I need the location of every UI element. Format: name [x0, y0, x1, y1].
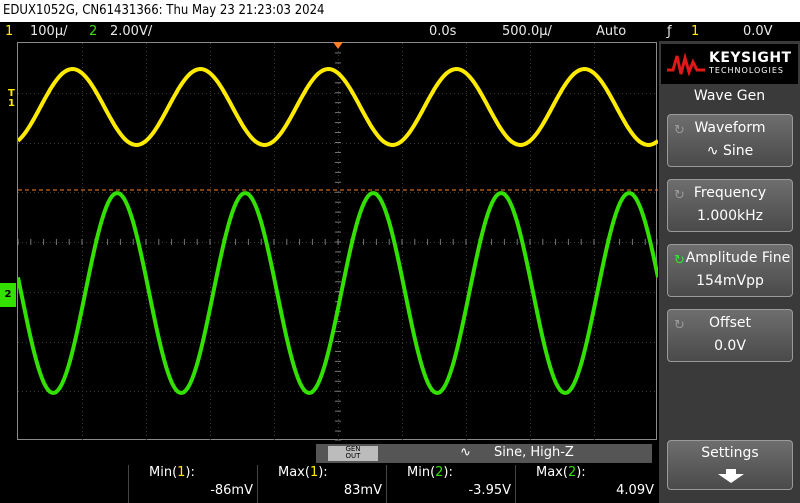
- softkey-label: Settings: [701, 445, 759, 461]
- meas-name: Min(: [149, 465, 178, 480]
- meas-name-end: ):: [576, 465, 586, 480]
- meas-name: Min(: [407, 465, 436, 480]
- frequency-softkey[interactable]: ↻ Frequency 1.000kHz: [667, 179, 793, 232]
- softkey-label: Waveform: [694, 120, 766, 136]
- title-bar: EDUX1052G, CN61431366: Thu May 23 21:23:…: [0, 0, 800, 22]
- trigger-level[interactable]: 0.0V: [743, 22, 773, 41]
- trigger-position-icon[interactable]: [333, 42, 343, 50]
- trigger-source[interactable]: 1: [691, 22, 699, 41]
- offset-softkey[interactable]: ↻ Offset 0.0V: [667, 309, 793, 362]
- sine-wave-icon: ∿: [460, 445, 471, 460]
- meas-value: -3.95V: [468, 483, 511, 498]
- menu-title: Wave Gen: [693, 88, 766, 104]
- ch2-ground-marker[interactable]: 2: [0, 283, 16, 307]
- softkey-value: 0.0V: [714, 338, 746, 354]
- meas-value: 83mV: [343, 483, 382, 498]
- waveform-softkey[interactable]: ↻ Waveform ∿ Sine: [667, 114, 793, 167]
- measurement-max-ch2[interactable]: Max(2): 4.09V: [515, 465, 658, 503]
- softkey-value: ∿ Sine: [706, 143, 754, 159]
- delay-value[interactable]: 0.0s: [429, 22, 456, 41]
- meas-channel: 2: [567, 465, 577, 480]
- amplitude-fine-softkey[interactable]: ↻ Amplitude Fine 154mVpp: [667, 244, 793, 297]
- ch2-scale[interactable]: 2.00V/: [110, 22, 152, 41]
- rising-edge-icon: ƒ: [667, 24, 672, 39]
- softkey-label: Offset: [708, 315, 752, 331]
- softkey-label: Frequency: [693, 185, 767, 201]
- meas-value: -86mV: [210, 483, 253, 498]
- gen-out-button[interactable]: GEN OUT: [328, 446, 378, 461]
- measurement-max-ch1[interactable]: Max(1): 83mV: [257, 465, 386, 503]
- meas-name: Max(: [278, 465, 310, 480]
- trigger-mode[interactable]: Auto: [596, 22, 626, 41]
- meas-channel: 1: [309, 465, 319, 480]
- softkey-value: 1.000kHz: [696, 208, 764, 224]
- meas-name: Max(: [536, 465, 568, 480]
- keysight-wave-icon: [667, 52, 705, 76]
- graticule: [18, 43, 658, 441]
- gen-out-label: OUT: [345, 452, 361, 460]
- waveform-display[interactable]: [17, 42, 658, 441]
- softkey-value: 154mVpp: [696, 273, 764, 289]
- logo-sub: TECHNOLOGIES: [709, 66, 784, 75]
- measurement-min-ch2[interactable]: Min(2): -3.95V: [386, 465, 515, 503]
- meas-value: 4.09V: [616, 483, 654, 498]
- softkey-label: Amplitude Fine: [685, 250, 791, 266]
- settings-softkey[interactable]: Settings: [667, 440, 793, 490]
- ch1-scale[interactable]: 100µ/: [30, 22, 67, 41]
- wavegen-status: Sine, High-Z: [494, 445, 574, 460]
- meas-name-end: ):: [185, 465, 195, 480]
- ch2-number[interactable]: 2: [89, 22, 97, 41]
- logo-name: KEYSIGHT: [709, 50, 792, 66]
- ch1-ground-marker[interactable]: 1: [8, 98, 15, 109]
- status-bar: 1 100µ/ 2 2.00V/ 0.0s 500.0µ/ Auto ƒ 1 0…: [0, 22, 800, 41]
- ch1-number[interactable]: 1: [5, 22, 13, 41]
- measurement-min-ch1[interactable]: Min(1): -86mV: [128, 465, 257, 503]
- meas-name-end: ):: [443, 465, 453, 480]
- timebase-value[interactable]: 500.0µ/: [502, 22, 552, 41]
- keysight-logo: KEYSIGHT TECHNOLOGIES: [661, 44, 798, 84]
- meas-name-end: ):: [318, 465, 328, 480]
- arrow-down-icon: [718, 469, 744, 483]
